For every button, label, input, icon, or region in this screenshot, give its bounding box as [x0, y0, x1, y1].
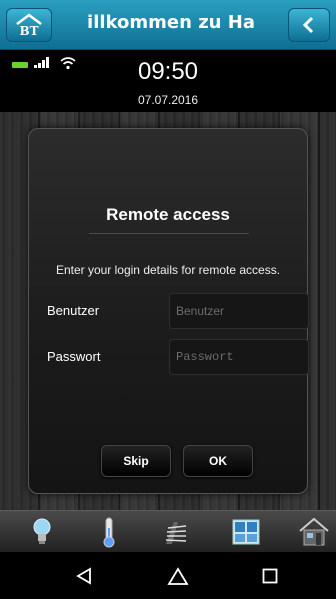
tab-lighting[interactable]	[22, 513, 62, 551]
tab-windows[interactable]	[226, 513, 266, 551]
blinds-icon	[165, 522, 187, 544]
tab-blinds[interactable]	[156, 513, 196, 551]
bottom-tab-bar	[0, 510, 336, 552]
chevron-left-icon	[302, 16, 314, 34]
svg-text:BT: BT	[19, 24, 38, 38]
nav-back-button[interactable]	[70, 562, 98, 590]
system-navigation-bar	[0, 552, 336, 599]
window-icon	[232, 519, 260, 545]
dialog-title: Remote access	[106, 205, 230, 224]
house-icon	[299, 517, 329, 546]
recents-square-icon	[262, 568, 278, 584]
clock-time: 09:50	[137, 58, 199, 85]
home-circle-icon	[167, 567, 189, 585]
nav-home-button[interactable]	[164, 562, 192, 590]
app-header: BT illkommen zu Ha	[0, 0, 336, 50]
tab-house[interactable]	[294, 513, 334, 551]
user-input[interactable]	[169, 293, 309, 329]
header-title: illkommen zu Ha	[87, 12, 255, 33]
skip-button[interactable]: Skip	[101, 445, 171, 477]
tab-climate[interactable]	[89, 513, 129, 551]
nav-recents-button[interactable]	[256, 562, 284, 590]
password-label: Passwort	[47, 349, 101, 364]
thermometer-icon	[103, 517, 115, 548]
remote-access-dialog: Remote access Enter your login details f…	[28, 128, 309, 494]
content-area: Remote access Enter your login details f…	[0, 112, 336, 510]
ok-button[interactable]: OK	[183, 445, 253, 477]
clock-date: 07.07.2016	[137, 93, 199, 107]
user-label: Benutzer	[47, 303, 100, 318]
lightbulb-icon	[33, 518, 51, 544]
dialog-message: Enter your login details for remote acce…	[55, 263, 281, 277]
status-bar: 09:50 07.07.2016	[0, 50, 336, 112]
password-input[interactable]	[169, 339, 309, 375]
dialog-divider	[89, 233, 249, 234]
home-logo-icon: BT	[16, 13, 42, 38]
back-triangle-icon	[76, 567, 91, 585]
back-button[interactable]	[288, 8, 330, 42]
home-logo-button[interactable]: BT	[6, 8, 52, 42]
